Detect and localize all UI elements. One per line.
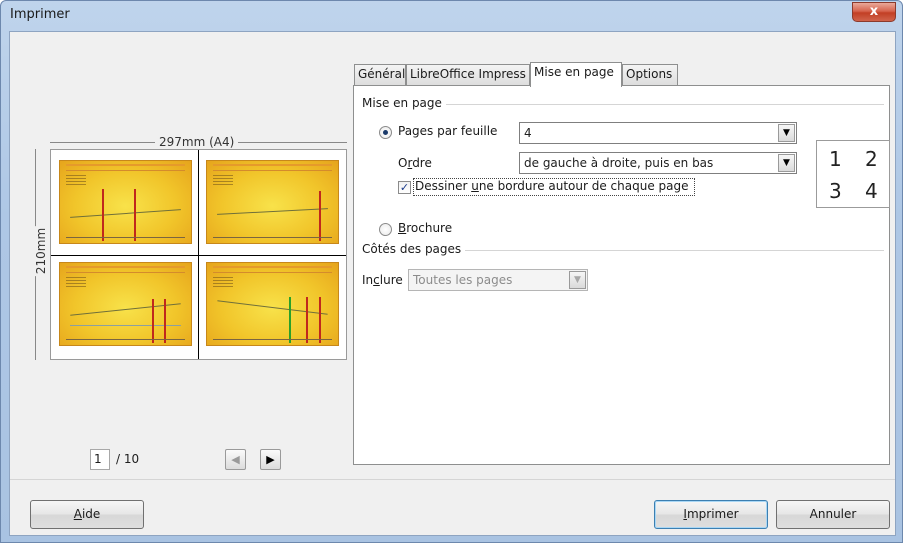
order-number-1: 1 xyxy=(829,147,842,171)
title-bar[interactable]: Imprimer x xyxy=(1,1,902,31)
tab-mise-en-page[interactable]: Mise en page xyxy=(530,62,622,87)
page-order-preview: 1 2 3 4 xyxy=(816,140,890,208)
print-dialog-window: Imprimer x 297mm (A4) 210mm 1 / 10 ◀ ▶ G… xyxy=(0,0,903,543)
dialog-client-area: 297mm (A4) 210mm 1 / 10 ◀ ▶ Général Libr… xyxy=(9,31,896,536)
section-title-cotes-des-pages: Côtés des pages xyxy=(362,242,466,256)
preview-navigation: 1 / 10 ◀ ▶ xyxy=(90,449,350,471)
inclure-select[interactable]: Toutes les pages ▼ xyxy=(408,269,588,291)
slide-thumbnail-4 xyxy=(206,262,339,346)
imprimer-button[interactable]: Imprimer xyxy=(654,500,768,529)
section-title-mise-en-page: Mise en page xyxy=(362,96,446,110)
ordre-select[interactable]: de gauche à droite, puis en bas ▼ xyxy=(519,152,797,174)
pages-par-feuille-radio[interactable] xyxy=(379,126,392,139)
order-number-2: 2 xyxy=(865,147,878,171)
tab-libreoffice-impress[interactable]: LibreOffice Impress xyxy=(406,64,530,86)
chevron-down-icon[interactable]: ▼ xyxy=(778,124,795,142)
bordure-checkbox[interactable]: ✓ xyxy=(398,181,411,194)
aide-button[interactable]: Aide xyxy=(30,500,144,529)
slide-thumbnail-1 xyxy=(59,160,192,244)
paper-width-dimension: 297mm (A4) xyxy=(50,135,347,149)
annuler-button-label: Annuler xyxy=(809,507,857,521)
aide-button-label: Aide xyxy=(73,507,101,521)
order-number-4: 4 xyxy=(865,179,878,203)
brochure-label: Brochure xyxy=(398,221,453,235)
pages-par-feuille-label: Pages par feuille xyxy=(398,124,498,138)
pages-par-feuille-select[interactable]: 4 ▼ xyxy=(519,122,797,144)
tab-options-label: Options xyxy=(626,67,673,81)
window-title: Imprimer xyxy=(10,7,70,22)
pages-par-feuille-value: 4 xyxy=(524,126,532,140)
tab-general[interactable]: Général xyxy=(354,64,406,86)
page-total-label: / 10 xyxy=(116,452,140,466)
chevron-down-icon[interactable]: ▼ xyxy=(569,271,586,289)
inclure-value: Toutes les pages xyxy=(413,273,513,287)
paper-height-dimension: 210mm xyxy=(28,149,49,360)
slide-thumbnail-2 xyxy=(206,160,339,244)
mise-en-page-panel: Mise en page Pages par feuille 4 ▼ Ordre… xyxy=(353,85,890,465)
slide-thumbnail-3 xyxy=(59,262,192,346)
ordre-value: de gauche à droite, puis en bas xyxy=(524,156,714,170)
bordure-label: Dessiner une bordure autour de chaque pa… xyxy=(415,179,689,193)
close-icon: x xyxy=(869,4,879,19)
close-button[interactable]: x xyxy=(852,2,896,22)
paper-width-label: 297mm (A4) xyxy=(155,135,239,149)
next-page-button[interactable]: ▶ xyxy=(260,449,281,470)
preview-paper xyxy=(50,149,347,360)
page-number-input[interactable]: 1 xyxy=(90,449,110,470)
tab-options[interactable]: Options xyxy=(622,64,678,86)
brochure-radio[interactable] xyxy=(379,223,392,236)
order-number-3: 3 xyxy=(829,179,842,203)
paper-height-label: 210mm xyxy=(34,225,49,277)
ordre-label: Ordre xyxy=(398,156,432,170)
imprimer-button-label: Imprimer xyxy=(683,507,739,521)
chevron-down-icon[interactable]: ▼ xyxy=(778,154,795,172)
tab-mise-en-page-label: Mise en page xyxy=(534,65,614,79)
tab-libreoffice-impress-label: LibreOffice Impress xyxy=(410,67,526,81)
previous-page-button[interactable]: ◀ xyxy=(225,449,246,470)
inclure-label: Inclure xyxy=(362,273,403,287)
tab-general-label: Général xyxy=(358,67,406,81)
arrow-right-icon: ▶ xyxy=(266,453,275,466)
arrow-left-icon: ◀ xyxy=(231,453,240,466)
annuler-button[interactable]: Annuler xyxy=(776,500,890,529)
print-preview-pane: 297mm (A4) 210mm 1 / 10 ◀ ▶ xyxy=(10,32,353,472)
button-bar-separator xyxy=(10,479,895,480)
